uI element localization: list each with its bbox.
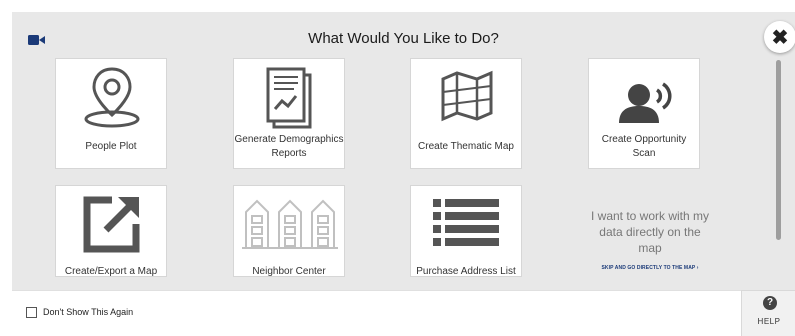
tile-label: Purchase Address List [416, 266, 516, 277]
close-icon: ✖ [771, 26, 789, 49]
people-plot-tile[interactable]: People Plot [55, 58, 167, 169]
work-with-data-panel: I want to work with my data directly on … [590, 208, 710, 271]
tile-label: Create Opportunity Scan [601, 134, 687, 159]
dont-show-again-label[interactable]: Don't Show This Again [43, 307, 133, 317]
neighbor-center-tile[interactable]: Neighbor Center [233, 185, 345, 277]
modal-title: What Would You Like to Do? [308, 30, 499, 47]
help-button[interactable]: ? HELP [741, 290, 795, 336]
speaking-person-icon [619, 82, 672, 123]
tile-label: Create/Export a Map [64, 266, 158, 277]
tile-label: People Plot [85, 141, 137, 152]
folded-map-icon [441, 70, 493, 122]
demographics-reports-tile[interactable]: Generate Demographics Reports [233, 58, 345, 169]
modal-footer: Don't Show This Again [12, 290, 741, 336]
buildings-icon [242, 199, 338, 249]
question-icon: ? [763, 296, 777, 310]
close-button[interactable]: ✖ [764, 21, 795, 53]
export-map-tile[interactable]: Create/Export a Map [55, 185, 167, 277]
dont-show-again-checkbox[interactable] [26, 307, 37, 318]
skip-to-map-link[interactable]: SKIP AND GO DIRECTLY TO THE MAP › [590, 265, 710, 271]
work-with-data-text: I want to work with my data directly on … [590, 209, 710, 255]
address-list-tile[interactable]: Purchase Address List [410, 185, 522, 277]
opportunity-scan-tile[interactable]: Create Opportunity Scan [588, 58, 700, 169]
thematic-map-tile[interactable]: Create Thematic Map [410, 58, 522, 169]
tile-label: Create Thematic Map [418, 141, 514, 152]
tile-label: Generate Demographics Reports [234, 134, 344, 159]
action-modal: What Would You Like to Do? People Plot G… [12, 12, 795, 336]
modal-scrollbar[interactable] [776, 60, 781, 240]
export-arrow-icon [83, 196, 140, 253]
tile-label: Neighbor Center [252, 266, 326, 277]
help-label: HELP [757, 317, 781, 326]
location-pin-icon [84, 67, 140, 128]
report-chart-icon [266, 67, 312, 129]
list-icon [433, 199, 499, 246]
